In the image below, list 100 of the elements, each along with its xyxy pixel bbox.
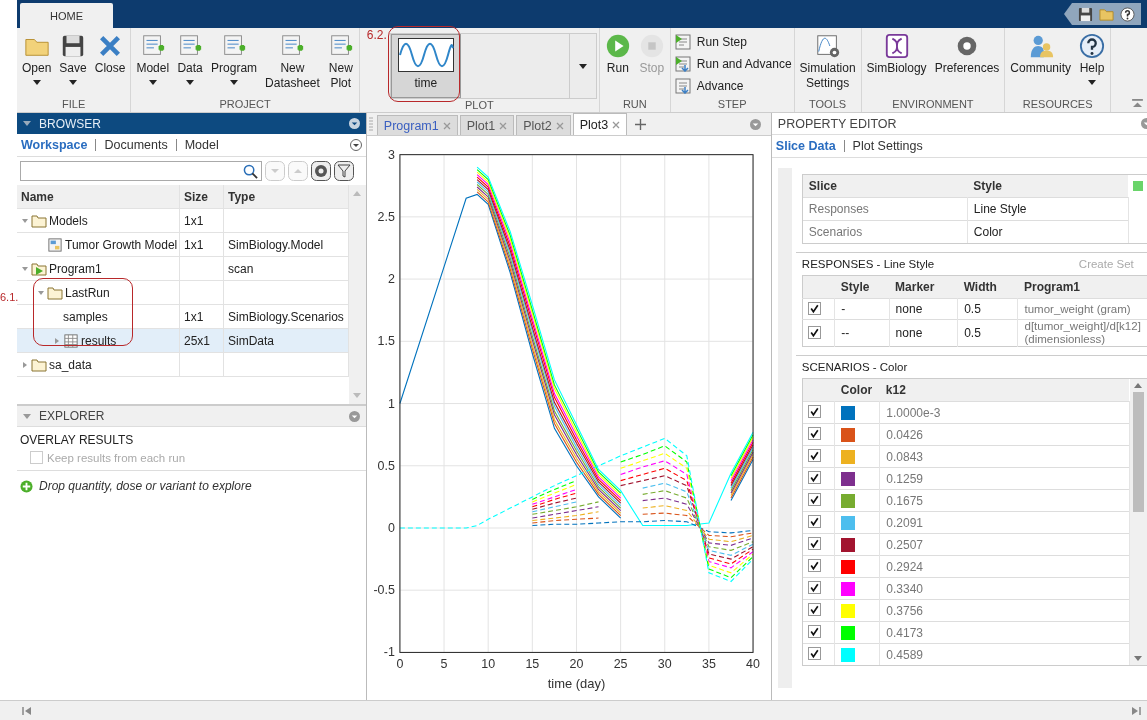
checkbox[interactable] <box>807 515 821 528</box>
close-icon[interactable] <box>555 121 564 130</box>
document-tab[interactable]: Plot1 <box>459 115 515 135</box>
ribbon-button[interactable]: Open <box>19 33 55 85</box>
document-tab[interactable]: Program1 <box>376 115 458 135</box>
gallery-item[interactable]: time <box>390 34 461 98</box>
ribbon-button[interactable]: Run and Advance <box>674 53 792 75</box>
ribbon-button[interactable]: SimBiology <box>863 33 930 76</box>
checkbox[interactable] <box>807 449 821 462</box>
ribbon-button[interactable]: New Plot <box>324 33 357 91</box>
property-tab[interactable]: Slice Data <box>775 139 836 153</box>
ribbon-button[interactable]: Run <box>601 33 634 76</box>
property-tab[interactable]: Plot Settings <box>852 139 923 153</box>
caret-icon[interactable] <box>23 413 31 419</box>
tree-row[interactable]: sa_data <box>17 353 349 377</box>
checkbox[interactable] <box>807 325 821 339</box>
browser-tab[interactable]: Workspace <box>21 138 88 152</box>
tick-label: 0 <box>396 657 404 672</box>
color-swatch[interactable] <box>841 493 856 508</box>
expand-arrow-icon[interactable] <box>53 336 61 345</box>
caret-icon[interactable] <box>23 121 31 126</box>
checkbox[interactable] <box>807 603 821 616</box>
ribbon-button[interactable]: Advance <box>674 75 744 97</box>
ribbon-button[interactable]: Community <box>1007 33 1074 76</box>
column-header[interactable]: Name <box>17 185 180 208</box>
color-swatch[interactable] <box>841 471 856 486</box>
collapse-right-icon[interactable] <box>1131 705 1141 716</box>
close-icon[interactable] <box>612 120 621 129</box>
color-swatch[interactable] <box>841 427 856 442</box>
ribbon-button[interactable]: Program <box>208 33 261 85</box>
scroll-thumb[interactable] <box>1132 392 1144 512</box>
column-header[interactable]: Size <box>180 185 224 208</box>
color-swatch[interactable] <box>841 581 856 596</box>
close-icon[interactable] <box>499 121 508 130</box>
ribbon-button[interactable]: Data <box>174 33 207 85</box>
expand-arrow-icon[interactable] <box>21 360 29 369</box>
ribbon-button[interactable]: Preferences <box>931 33 1003 76</box>
search-icon[interactable] <box>243 163 258 179</box>
folder-icon[interactable] <box>1099 6 1114 22</box>
browser-tab[interactable]: Documents <box>104 138 168 152</box>
scroll-up-icon[interactable] <box>353 191 362 196</box>
color-swatch[interactable] <box>841 647 856 662</box>
checkbox[interactable] <box>807 471 821 484</box>
ribbon-button[interactable]: Save <box>56 33 90 85</box>
color-swatch[interactable] <box>841 537 856 552</box>
color-swatch[interactable] <box>841 559 856 574</box>
column-header[interactable]: Type <box>224 185 349 208</box>
checkbox[interactable] <box>807 647 821 660</box>
collapse-arrow-icon[interactable] <box>21 216 29 225</box>
tree-row[interactable]: Tumor Growth Model 1x1 SimBiology.Model <box>17 233 349 257</box>
move-down-icon[interactable] <box>265 161 285 181</box>
tick-label: 35 <box>701 657 716 672</box>
scrollbar[interactable] <box>348 185 366 404</box>
collapse-arrow-icon[interactable] <box>37 288 45 297</box>
save-icon[interactable] <box>1078 6 1093 22</box>
panel-menu-icon[interactable] <box>749 118 761 130</box>
filter-icon[interactable] <box>334 161 354 181</box>
checkbox[interactable] <box>807 427 821 440</box>
search-field[interactable] <box>20 161 262 181</box>
tick-label: 20 <box>569 657 584 672</box>
ribbon-button[interactable]: Model <box>133 33 173 85</box>
browser-tab[interactable]: Model <box>184 138 219 152</box>
ribbon-button[interactable]: New Datasheet <box>262 33 323 91</box>
ribbon-button[interactable]: Close <box>91 33 129 76</box>
document-tab[interactable]: Plot3 <box>572 113 628 135</box>
checkbox[interactable] <box>807 581 821 594</box>
settings-icon[interactable] <box>311 161 331 181</box>
ribbon-button[interactable]: Simulation Settings <box>796 33 859 91</box>
checkbox[interactable] <box>807 493 821 506</box>
dropdown-caret-icon[interactable] <box>578 63 587 69</box>
checkbox[interactable] <box>807 625 821 638</box>
checkbox[interactable] <box>807 559 821 572</box>
checkbox[interactable] <box>807 301 821 315</box>
ribbon-tab[interactable]: HOME <box>20 3 113 28</box>
checkbox[interactable] <box>807 405 821 418</box>
collapse-arrow-icon[interactable] <box>21 264 29 273</box>
ribbon-button[interactable]: Run Step <box>674 31 747 53</box>
collapse-ribbon-icon[interactable] <box>1132 99 1143 108</box>
color-swatch[interactable] <box>841 449 856 464</box>
close-icon[interactable] <box>442 121 451 130</box>
scroll-down-icon[interactable] <box>1134 656 1143 661</box>
tree-row[interactable]: results 25x1 SimData <box>17 329 349 353</box>
document-tab[interactable]: Plot2 <box>516 115 571 135</box>
color-swatch[interactable] <box>841 405 856 420</box>
checkbox[interactable] <box>807 537 821 550</box>
tree-row[interactable]: Program1 scan <box>17 257 349 281</box>
collapse-left-icon[interactable] <box>22 705 32 716</box>
help-icon[interactable] <box>1120 6 1135 22</box>
tree-row[interactable]: Models 1x1 <box>17 209 349 233</box>
add-tab-icon[interactable] <box>635 118 647 130</box>
scroll-down-icon[interactable] <box>353 393 362 398</box>
dropdown-icon[interactable] <box>349 139 362 151</box>
color-swatch[interactable] <box>841 625 856 640</box>
color-swatch[interactable] <box>841 603 856 618</box>
color-swatch[interactable] <box>841 515 856 530</box>
scroll-up-icon[interactable] <box>1134 383 1143 388</box>
ribbon-button[interactable]: Help <box>1076 33 1108 85</box>
panel-menu-icon[interactable] <box>348 410 360 422</box>
tree-row[interactable]: LastRun <box>17 281 349 305</box>
panel-menu-icon[interactable] <box>348 118 360 129</box>
